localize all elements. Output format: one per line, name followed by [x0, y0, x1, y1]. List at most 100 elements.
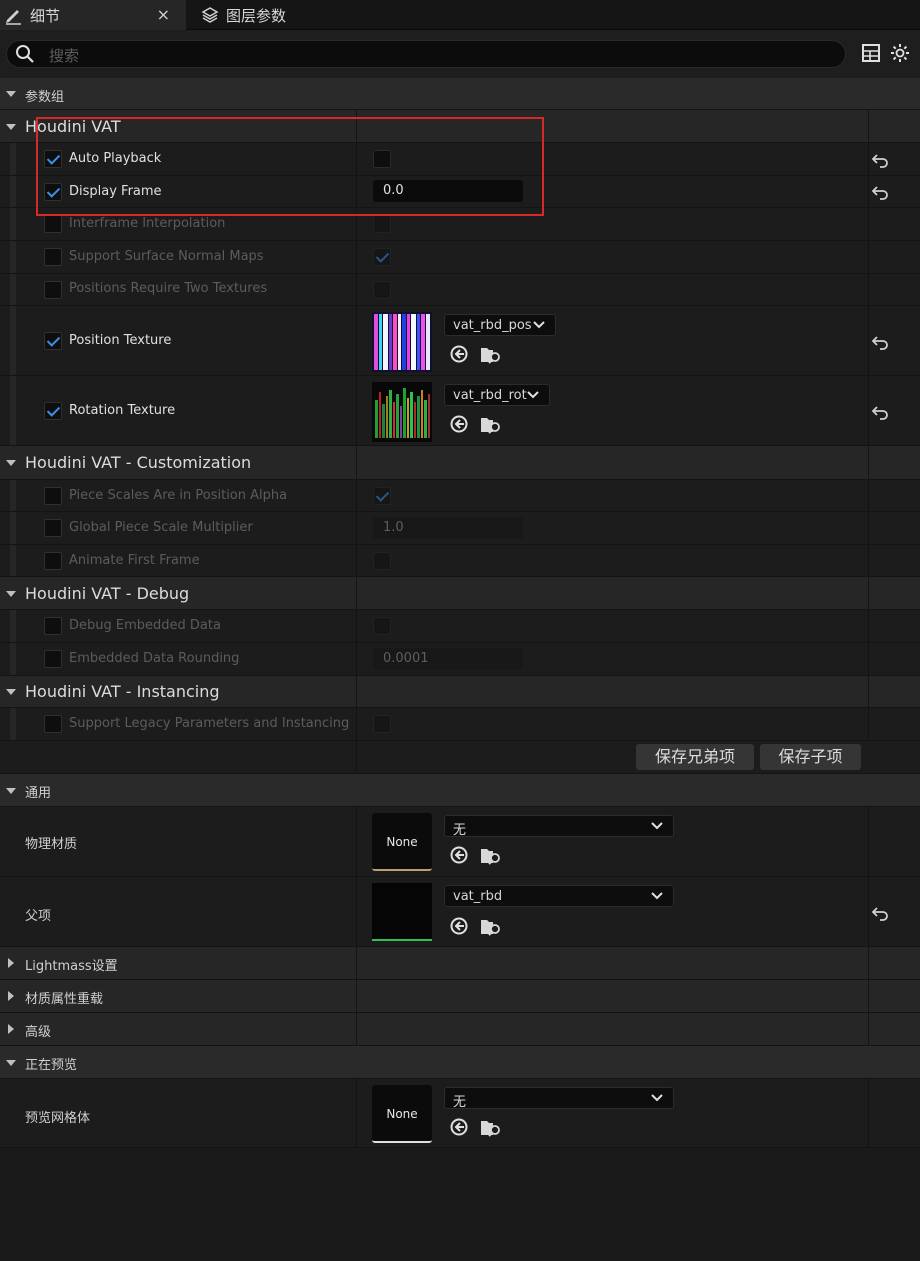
override-checkbox[interactable] — [44, 519, 62, 537]
use-selected-asset-icon[interactable] — [449, 344, 469, 364]
column-separator — [356, 676, 357, 707]
value-checkbox — [373, 281, 391, 299]
column-separator — [356, 545, 357, 576]
param-label: Debug Embedded Data — [69, 618, 221, 633]
rotation-texture-dropdown[interactable]: vat_rbd_rot — [444, 384, 550, 406]
column-separator — [356, 110, 357, 142]
category-material-override[interactable]: 材质属性重载 — [0, 980, 920, 1013]
reset-icon[interactable] — [872, 184, 890, 200]
collapsed-arrow-icon — [8, 958, 14, 968]
column-separator — [868, 480, 869, 511]
column-separator — [868, 241, 869, 273]
browse-asset-icon[interactable] — [480, 344, 502, 364]
use-selected-asset-icon[interactable] — [449, 845, 469, 865]
param-row: Support Legacy Parameters and Instancing — [0, 708, 920, 741]
reset-icon[interactable] — [872, 905, 890, 921]
override-checkbox[interactable] — [44, 487, 62, 505]
value-checkbox — [373, 715, 391, 733]
group-houdini-vat-customization[interactable]: Houdini VAT - Customization — [0, 446, 920, 480]
tab-layer-params[interactable]: 图层参数 — [196, 0, 286, 30]
group-houdini-vat-debug[interactable]: Houdini VAT - Debug — [0, 577, 920, 610]
column-separator — [356, 1013, 357, 1045]
override-checkbox[interactable] — [44, 617, 62, 635]
save-sibling-button[interactable]: 保存兄弟项 — [636, 744, 754, 770]
category-previewing[interactable]: 正在预览 — [0, 1046, 920, 1079]
override-checkbox[interactable] — [44, 281, 62, 299]
group-label: Houdini VAT - Instancing — [25, 682, 220, 701]
column-separator — [868, 376, 869, 445]
group-label: Houdini VAT — [25, 117, 121, 136]
table-view-icon[interactable] — [862, 44, 880, 62]
gear-icon[interactable] — [890, 43, 910, 63]
group-houdini-vat[interactable]: Houdini VAT — [0, 110, 920, 143]
column-separator — [356, 241, 357, 273]
tab-layer-params-label: 图层参数 — [226, 6, 287, 25]
column-separator — [356, 877, 357, 946]
param-label: Interframe Interpolation — [69, 216, 226, 231]
close-icon[interactable]: × — [157, 5, 170, 24]
expand-arrow-icon — [6, 1060, 16, 1066]
value-checkbox — [373, 552, 391, 570]
phys-material-dropdown[interactable]: 无 — [444, 815, 674, 838]
param-label: 预览网格体 — [25, 1111, 91, 1126]
column-separator — [868, 446, 869, 479]
override-checkbox[interactable] — [44, 248, 62, 266]
phys-material-thumbnail[interactable]: None — [372, 813, 432, 871]
browse-asset-icon[interactable] — [480, 414, 502, 434]
chevron-down-icon — [527, 391, 539, 399]
reset-icon[interactable] — [872, 404, 890, 420]
browse-asset-icon[interactable] — [480, 1117, 502, 1137]
category-lightmass[interactable]: Lightmass设置 — [0, 947, 920, 980]
column-separator — [868, 643, 869, 675]
position-texture-thumbnail[interactable] — [372, 312, 432, 372]
override-checkbox[interactable] — [44, 332, 62, 350]
override-checkbox[interactable] — [44, 650, 62, 668]
dropdown-value: vat_rbd_pos — [453, 318, 532, 333]
param-row: Debug Embedded Data — [0, 610, 920, 643]
use-selected-asset-icon[interactable] — [449, 1117, 469, 1137]
value-checkbox — [373, 617, 391, 635]
browse-asset-icon[interactable] — [480, 845, 502, 865]
parent-dropdown[interactable]: vat_rbd — [444, 885, 674, 907]
save-child-button[interactable]: 保存子项 — [760, 744, 861, 770]
category-param-group[interactable]: 参数组 — [0, 78, 920, 110]
chevron-down-icon — [651, 1094, 663, 1102]
category-label: 正在预览 — [25, 1058, 78, 1073]
display-frame-input[interactable]: 0.0 — [373, 180, 523, 202]
override-checkbox[interactable] — [44, 215, 62, 233]
use-selected-asset-icon[interactable] — [449, 916, 469, 936]
category-general[interactable]: 通用 — [0, 774, 920, 807]
column-separator — [356, 980, 357, 1012]
category-label: 材质属性重载 — [25, 992, 104, 1007]
dropdown-value: 无 — [453, 1095, 467, 1110]
position-texture-dropdown[interactable]: vat_rbd_pos — [444, 314, 556, 336]
search-input[interactable]: 搜索 — [6, 40, 846, 68]
browse-asset-icon[interactable] — [480, 916, 502, 936]
preview-mesh-dropdown[interactable]: 无 — [444, 1087, 674, 1110]
override-checkbox[interactable] — [44, 150, 62, 168]
tab-bar: 细节 × 图层参数 — [0, 0, 920, 30]
indent-bar — [10, 610, 16, 642]
tab-details[interactable]: 细节 × — [0, 0, 186, 30]
override-checkbox[interactable] — [44, 715, 62, 733]
value-checkbox — [373, 215, 391, 233]
expand-arrow-icon — [6, 591, 16, 597]
indent-bar — [10, 708, 16, 740]
preview-mesh-thumbnail[interactable]: None — [372, 1085, 432, 1143]
param-row: Interframe Interpolation — [0, 208, 920, 241]
expand-arrow-icon — [6, 460, 16, 466]
parent-thumbnail[interactable] — [372, 883, 432, 941]
override-checkbox[interactable] — [44, 183, 62, 201]
param-row: 预览网格体 None 无 — [0, 1079, 920, 1148]
rotation-texture-thumbnail[interactable] — [372, 382, 432, 442]
value-checkbox[interactable] — [373, 150, 391, 168]
reset-icon[interactable] — [872, 152, 890, 168]
use-selected-asset-icon[interactable] — [449, 414, 469, 434]
group-houdini-vat-instancing[interactable]: Houdini VAT - Instancing — [0, 676, 920, 708]
indent-bar — [10, 512, 16, 544]
category-advanced[interactable]: 高级 — [0, 1013, 920, 1046]
reset-icon[interactable] — [872, 334, 890, 350]
override-checkbox[interactable] — [44, 552, 62, 570]
data-rounding-input: 0.0001 — [373, 648, 523, 670]
override-checkbox[interactable] — [44, 402, 62, 420]
